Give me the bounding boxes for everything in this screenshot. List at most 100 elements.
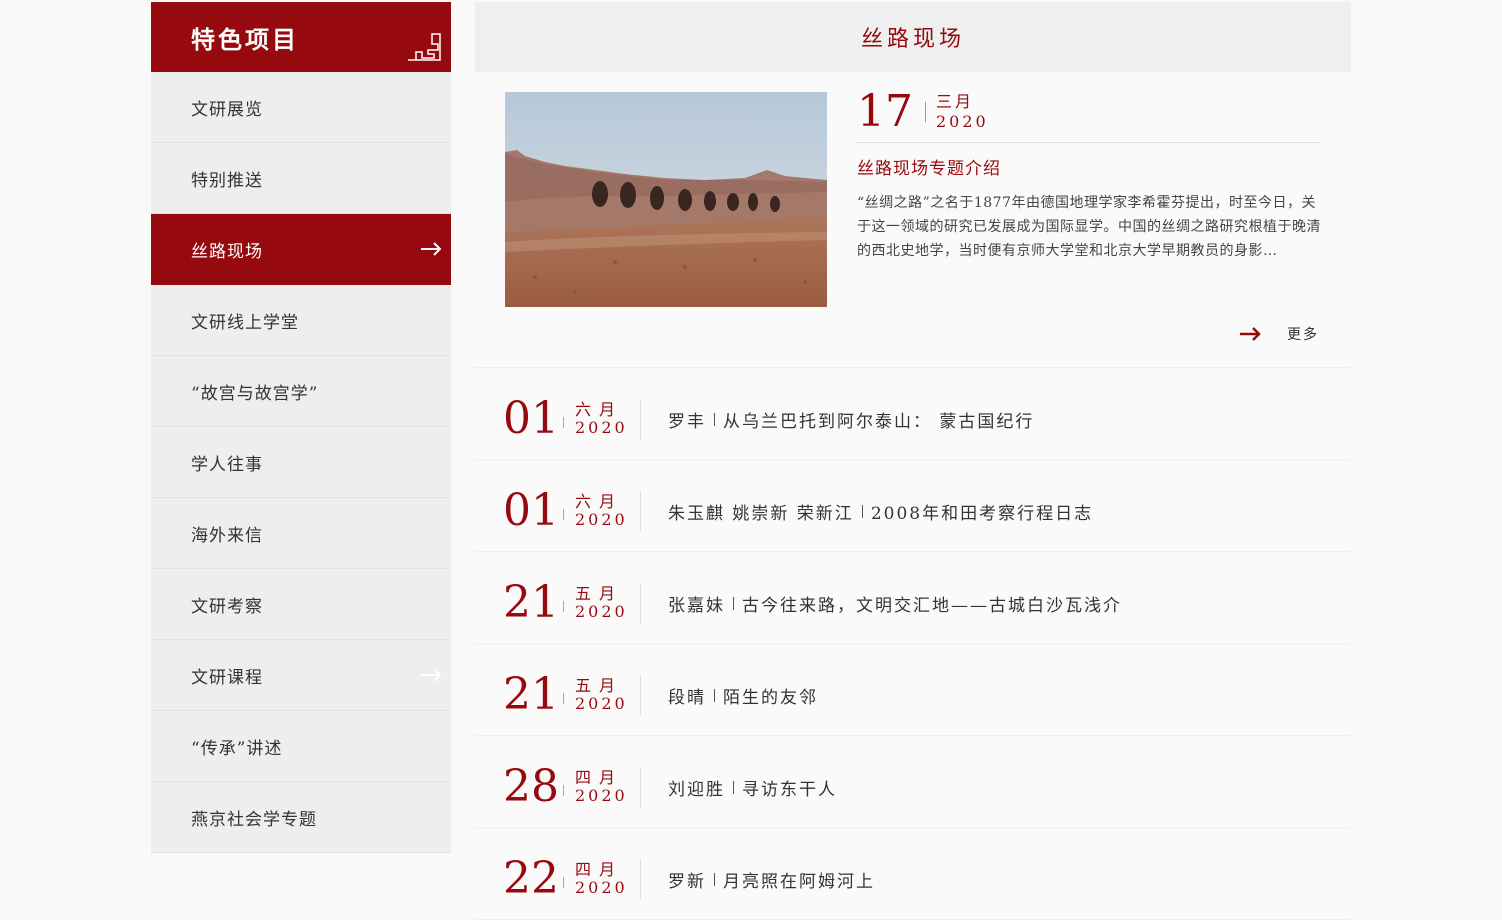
article-day: 21 [503,669,559,720]
sidebar-item-label: 文研线上学堂 [191,312,299,333]
ruins-photo[interactable] [505,92,827,307]
article-title: 2008年和田考察行程日志 [870,503,1094,524]
article-title-link[interactable]: 罗丰 从乌兰巴托到阿尔泰山： 蒙古国纪行 [668,379,1034,459]
article-year: 2020 [575,418,628,437]
article-month: 四月 [575,768,624,787]
pipe-separator [733,780,734,794]
divider [640,767,641,807]
date-separator [563,417,564,428]
article-year: 2020 [575,694,628,713]
featured-date: 17 三月 2020 [857,90,989,134]
divider [640,583,641,623]
article-title-link[interactable]: 罗新 月亮照在阿姆河上 [668,839,875,919]
sidebar-item-label: 学人往事 [191,454,263,475]
article-year: 2020 [575,510,628,529]
featured-title-link[interactable]: 丝路现场专题介绍 [857,154,1001,179]
article-month: 五月 [575,584,624,603]
sidebar-item-special-push[interactable]: 特别推送 [151,143,451,214]
date-year: 2020 [936,112,989,131]
arrow-right-icon [421,668,442,682]
article-title-link[interactable]: 朱玉麒 姚崇新 荣新江 2008年和田考察行程日志 [668,471,1093,551]
article-author: 朱玉麒 姚崇新 荣新江 [668,503,854,524]
pipe-separator [733,596,734,610]
divider [640,399,641,439]
page-title: 丝路现场 [475,2,1351,72]
sidebar-item-label: 文研课程 [191,667,263,688]
article-row[interactable]: 28 四月 2020 刘迎胜 寻访东干人 [475,747,1351,828]
sidebar-item-label: 丝路现场 [191,241,263,262]
sidebar-item-palace-museum[interactable]: “故宫与故宫学” [151,356,451,427]
article-day: 01 [503,393,559,444]
more-link[interactable]: 更多 [1239,324,1319,344]
sidebar-header: 特色项目 [151,2,451,72]
pipe-separator [861,504,863,518]
date-day: 17 [857,86,913,137]
date-separator [563,693,564,704]
sidebar-item-yenching-sociology[interactable]: 燕京社会学专题 [151,782,451,853]
article-year: 2020 [575,878,628,897]
sidebar-item-heritage-talks[interactable]: “传承”讲述 [151,711,451,782]
sidebar-title: 特色项目 [191,24,299,54]
divider [640,491,641,531]
date-separator [563,509,564,520]
article-month: 六月 [575,400,624,419]
date-separator [563,785,564,796]
more-label: 更多 [1287,327,1319,343]
fret-ornament-icon [408,33,441,61]
article-title: 月亮照在阿姆河上 [723,871,875,892]
article-author: 段晴 [668,687,706,708]
article-month: 五月 [575,676,624,695]
article-year: 2020 [575,602,628,621]
article-row[interactable]: 21 五月 2020 张嘉妹 古今往来路，文明交汇地——古城白沙瓦浅介 [475,563,1351,644]
article-day: 01 [503,485,559,536]
sidebar-item-label: 燕京社会学专题 [191,809,317,830]
article-day: 22 [503,853,559,904]
article-day: 28 [503,761,559,812]
article-month: 六月 [575,492,624,511]
sidebar: 特色项目 文研展览 特别推送 丝路现场 文研线上学堂 “故宫与故宫学” 学人往事… [151,2,451,853]
article-title-link[interactable]: 刘迎胜 寻访东干人 [668,747,837,827]
article-author: 刘迎胜 [668,779,725,800]
pipe-separator [714,872,715,886]
date-separator [563,601,564,612]
article-author: 罗丰 [668,411,706,432]
main-content: 丝路现场 17 三月 2020 丝路现场专题介绍 “丝绸之路”之名于1877年由… [475,2,1351,920]
date-separator [563,877,564,888]
article-author: 罗新 [668,871,706,892]
article-title-link[interactable]: 段晴 陌生的友邻 [668,655,818,735]
date-month-year: 三月 2020 [936,92,989,132]
divider [640,675,641,715]
sidebar-item-overseas-letters[interactable]: 海外来信 [151,498,451,569]
featured-article: 17 三月 2020 丝路现场专题介绍 “丝绸之路”之名于1877年由德国地理学… [475,72,1351,368]
sidebar-item-label: “传承”讲述 [191,738,283,759]
article-month: 四月 [575,860,624,879]
sidebar-item-scholars-past[interactable]: 学人往事 [151,427,451,498]
article-author: 张嘉妹 [668,595,725,616]
article-title-link[interactable]: 张嘉妹 古今往来路，文明交汇地——古城白沙瓦浅介 [668,563,1122,643]
article-row[interactable]: 01 六月 2020 朱玉麒 姚崇新 荣新江 2008年和田考察行程日志 [475,471,1351,552]
arrow-right-icon [1240,327,1261,341]
article-day: 21 [503,577,559,628]
sidebar-item-courses[interactable]: 文研课程 [151,640,451,711]
divider [640,859,641,899]
sidebar-item-online-school[interactable]: 文研线上学堂 [151,285,451,356]
article-title: 陌生的友邻 [723,687,818,708]
article-year: 2020 [575,786,628,805]
article-row[interactable]: 01 六月 2020 罗丰 从乌兰巴托到阿尔泰山： 蒙古国纪行 [475,379,1351,460]
sidebar-item-label: 特别推送 [191,170,263,191]
pipe-separator [714,412,715,426]
article-title: 从乌兰巴托到阿尔泰山： 蒙古国纪行 [723,411,1035,432]
sidebar-item-label: 海外来信 [191,525,263,546]
date-month: 三月 [936,92,975,111]
sidebar-item-exhibitions[interactable]: 文研展览 [151,72,451,143]
sidebar-item-silk-road[interactable]: 丝路现场 [151,214,451,285]
sidebar-item-field-trips[interactable]: 文研考察 [151,569,451,640]
date-separator [925,102,926,122]
featured-description: “丝绸之路”之名于1877年由德国地理学家李希霍芬提出，时至今日，关于这一领域的… [857,195,1321,259]
article-title: 古今往来路，文明交汇地——古城白沙瓦浅介 [742,595,1122,616]
sidebar-item-label: 文研考察 [191,596,263,617]
divider [857,142,1321,143]
article-row[interactable]: 21 五月 2020 段晴 陌生的友邻 [475,655,1351,736]
arrow-right-icon [421,242,442,256]
pipe-separator [714,688,715,702]
